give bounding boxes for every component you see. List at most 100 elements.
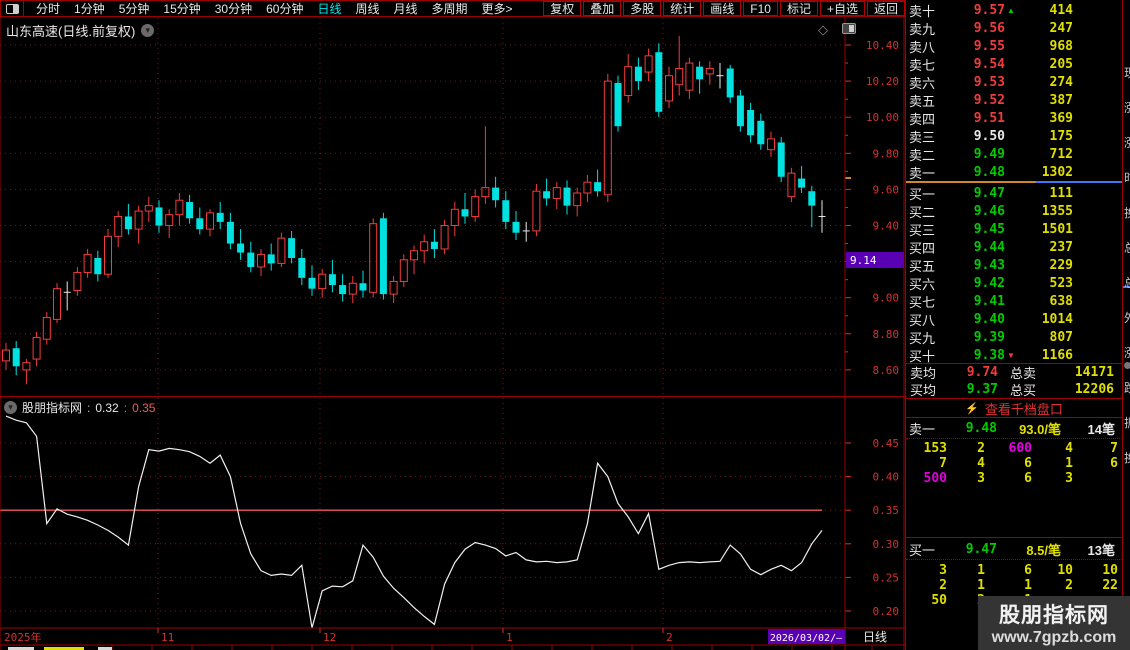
book-level-row-买九[interactable]: 买九 9.39 807	[906, 329, 1122, 347]
order-detail-cell: 2	[977, 441, 985, 456]
clipped-label-char: 现	[1124, 64, 1130, 81]
order-detail-row: 153 2 600 4 7	[906, 441, 1122, 456]
sell-total-value: 14171	[1074, 365, 1114, 380]
tool-item-复权[interactable]: 复权	[543, 1, 582, 16]
book-level-row-卖五[interactable]: 卖五 9.52 387	[906, 92, 1122, 110]
book-level-row-买四[interactable]: 买四 9.44 237	[906, 238, 1122, 256]
order-detail-row: 7 4 6 1 6	[906, 456, 1122, 471]
book-level-row-卖二[interactable]: 卖二 9.49 712	[906, 146, 1122, 164]
level-price: 9.52	[973, 93, 1005, 108]
book-level-row-卖三[interactable]: 卖三 9.50 175	[906, 128, 1122, 146]
menu-item-更多>[interactable]: 更多>	[482, 0, 513, 17]
menu-item-周线[interactable]: 周线	[355, 0, 379, 17]
level-volume: 414	[1049, 2, 1073, 18]
level-volume: 111	[1049, 185, 1073, 201]
menu-item-月线[interactable]: 月线	[394, 0, 418, 17]
menu-item-分时[interactable]: 分时	[36, 0, 60, 17]
level-price: 9.40	[973, 312, 1005, 328]
level-volume: 229	[1049, 257, 1073, 273]
book-level-row-买六[interactable]: 买六 9.42 523	[906, 275, 1122, 293]
menu-item-30分钟[interactable]: 30分钟	[215, 0, 252, 17]
order-detail-cell: 3	[939, 563, 947, 578]
level-price: 9.44	[973, 239, 1005, 255]
sell-one-deal-count: 14笔	[1087, 422, 1115, 437]
order-detail-cell: 600	[1008, 441, 1032, 456]
book-level-row-卖一[interactable]: 卖一 9.48 1302	[906, 164, 1122, 182]
menu-item-1分钟[interactable]: 1分钟	[74, 0, 105, 17]
clipped-icon	[1124, 362, 1130, 369]
level-label: 卖九	[909, 21, 936, 37]
indicator-name: 股朋指标网	[22, 401, 83, 415]
svg-text:0.30: 0.30	[873, 538, 900, 551]
book-level-row-卖十[interactable]: 卖十 9.57 ▲ 414	[906, 1, 1122, 19]
tool-item-标记[interactable]: 标记	[779, 1, 818, 16]
level-volume: 1355	[1041, 203, 1073, 219]
level-label: 买二	[909, 204, 936, 220]
book-level-row-买五[interactable]: 买五 9.43 229	[906, 256, 1122, 274]
tool-item-多股[interactable]: 多股	[623, 1, 662, 16]
pane-layout-icon[interactable]	[842, 23, 856, 34]
order-detail-cell: 50	[931, 593, 947, 608]
tool-item-+自选[interactable]: +自选	[819, 1, 865, 16]
level-price: 9.46	[973, 203, 1005, 219]
diamond-marker-icon[interactable]: ◇	[818, 22, 828, 38]
menu-item-60分钟[interactable]: 60分钟	[266, 0, 303, 17]
level-volume: 523	[1049, 276, 1073, 291]
period-label[interactable]: 日线	[846, 629, 904, 645]
book-level-row-卖四[interactable]: 卖四 9.51 369	[906, 110, 1122, 128]
clipped-label-char: 振	[1124, 414, 1130, 431]
svg-text:10.20: 10.20	[866, 75, 899, 88]
book-level-row-卖九[interactable]: 卖九 9.56 247	[906, 19, 1122, 37]
svg-text:10.40: 10.40	[866, 39, 899, 52]
sell-avg-row: 卖均 9.74 总卖 14171	[906, 364, 1122, 381]
order-detail-row: 2 1 1 2 22	[906, 578, 1122, 593]
level-label: 卖六	[909, 75, 936, 91]
menu-item-5分钟[interactable]: 5分钟	[119, 0, 150, 17]
level-volume: 247	[1049, 20, 1073, 36]
site-watermark: 股朋指标网 www.7gpzb.com	[978, 596, 1130, 650]
tool-item-统计[interactable]: 统计	[663, 1, 702, 16]
window-panel-icon-box[interactable]	[0, 0, 24, 17]
indicator-value-1: 0.32	[95, 400, 119, 415]
level-volume: 1302	[1041, 165, 1073, 181]
level-label: 卖三	[909, 130, 936, 146]
book-level-row-卖六[interactable]: 卖六 9.53 274	[906, 73, 1122, 91]
order-detail-cell: 6	[1024, 563, 1032, 578]
menu-item-日线[interactable]: 日线	[317, 0, 341, 17]
book-level-row-卖八[interactable]: 卖八 9.55 968	[906, 37, 1122, 55]
tool-item-返回[interactable]: 返回	[866, 1, 905, 16]
chevron-down-icon[interactable]: ▾	[141, 24, 155, 37]
order-detail-cell: 4	[977, 456, 985, 471]
level-label: 买一	[909, 186, 936, 202]
svg-text:0.45: 0.45	[873, 437, 900, 450]
tool-menu: 复权 叠加 多股 统计 画线 F10 标记 +自选 返回	[541, 1, 906, 16]
menu-item-多周期[interactable]: 多周期	[432, 0, 468, 17]
book-level-row-买八[interactable]: 买八 9.40 1014	[906, 311, 1122, 329]
level-label: 买九	[909, 331, 936, 347]
book-level-row-卖七[interactable]: 卖七 9.54 205	[906, 55, 1122, 73]
tool-item-叠加[interactable]: 叠加	[583, 1, 622, 16]
level-label: 买六	[909, 277, 936, 292]
order-detail-cell: 2	[1065, 578, 1073, 593]
level-label: 卖八	[909, 39, 936, 55]
book-level-row-买三[interactable]: 买三 9.45 1501	[906, 220, 1122, 238]
clipped-status-row	[8, 645, 873, 650]
chevron-down-icon[interactable]: ▾	[4, 401, 17, 414]
level-volume: 1166	[1041, 348, 1073, 364]
svg-text:1: 1	[506, 631, 513, 644]
level-label: 买四	[909, 240, 936, 256]
menu-item-15分钟[interactable]: 15分钟	[163, 0, 200, 17]
order-detail-row: 500 3 6 3	[906, 471, 1122, 486]
svg-text:2025年: 2025年	[4, 630, 42, 644]
book-level-row-买七[interactable]: 买七 9.41 638	[906, 293, 1122, 311]
book-level-row-买一[interactable]: 买一 9.47 111	[906, 184, 1122, 202]
bid-ask-ratio-bar	[906, 181, 1122, 183]
level-price: 9.49	[973, 147, 1005, 163]
tool-item-F10[interactable]: F10	[743, 1, 778, 16]
book-level-row-买二[interactable]: 买二 9.46 1355	[906, 202, 1122, 220]
tool-item-画线[interactable]: 画线	[703, 1, 742, 16]
kline-and-indicator-chart[interactable]: 10.4010.2010.009.809.609.409.209.008.808…	[0, 17, 905, 650]
view-full-depth-link[interactable]: ⚡ 查看千档盘口	[906, 400, 1122, 418]
buy-avg-row: 买均 9.37 总买 12206	[906, 381, 1122, 398]
order-detail-cell: 7	[939, 456, 947, 471]
